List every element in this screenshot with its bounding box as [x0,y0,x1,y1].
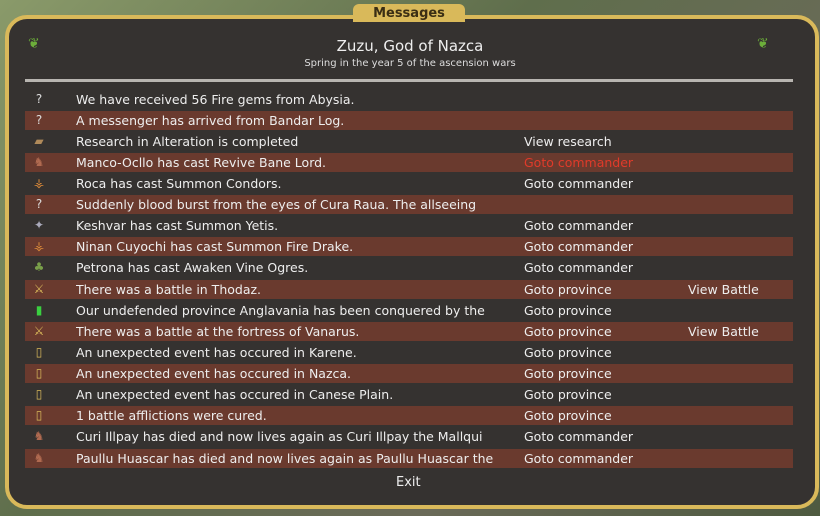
message-text: We have received 56 Fire gems from Abysi… [76,92,355,107]
divider [25,79,793,82]
message-row[interactable]: ✦ Keshvar has cast Summon Yetis. Goto co… [25,216,793,235]
banner-icon: ▯ [35,366,43,380]
message-row[interactable]: ? We have received 56 Fire gems from Aby… [25,90,793,109]
message-row[interactable]: ♞ Curi Illpay has died and now lives aga… [25,427,793,446]
goto-link[interactable]: Goto province [524,301,612,320]
message-row[interactable]: ▯ An unexpected event has occured in Naz… [25,364,793,383]
drake-icon: ⚶ [33,239,45,253]
banner-icon: ▯ [35,408,43,422]
battle-icon: ⚔ [33,324,45,338]
goto-link[interactable]: View research [524,132,612,151]
dialog-title: Zuzu, God of Nazca [336,37,484,55]
message-row[interactable]: ▮ Our undefended province Anglavania has… [25,301,793,320]
message-row[interactable]: ▰ Research in Alteration is completed Vi… [25,132,793,151]
message-row[interactable]: ? A messenger has arrived from Bandar Lo… [25,111,793,130]
question-icon: ? [35,197,43,211]
message-row[interactable]: ▯ An unexpected event has occured in Can… [25,385,793,404]
view-battle-link[interactable]: View Battle [688,280,759,299]
message-row[interactable]: ▯ 1 battle afflictions were cured. Goto … [25,406,793,425]
message-text: Curi Illpay has died and now lives again… [76,429,483,444]
message-row[interactable]: ♣ Petrona has cast Awaken Vine Ogres. Go… [25,258,793,277]
goto-link[interactable]: Goto commander [524,216,633,235]
view-battle-link[interactable]: View Battle [688,322,759,341]
goto-link[interactable]: Goto province [524,322,612,341]
goto-link[interactable]: Goto province [524,364,612,383]
goto-link[interactable]: Goto province [524,385,612,404]
green-banner-icon: ▮ [35,303,43,317]
goto-link[interactable]: Goto commander [524,237,633,256]
message-row[interactable]: ♞ Paullu Huascar has died and now lives … [25,449,793,468]
message-text: Petrona has cast Awaken Vine Ogres. [76,260,309,275]
message-row[interactable]: ⚶ Roca has cast Summon Condors. Goto com… [25,174,793,193]
goto-link[interactable]: Goto commander [524,258,633,277]
exit-button[interactable]: Exit [396,475,421,490]
commander-icon: ♞ [33,429,45,443]
goto-link[interactable]: Goto commander [524,153,633,172]
message-text: An unexpected event has occured in Karen… [76,345,357,360]
question-icon: ? [35,92,43,106]
message-row[interactable]: ⚔ There was a battle at the fortress of … [25,322,793,341]
message-text: 1 battle afflictions were cured. [76,408,267,423]
goto-link[interactable]: Goto province [524,280,612,299]
goto-link[interactable]: Goto province [524,343,612,362]
message-text: There was a battle in Thodaz. [76,282,262,297]
message-text: A messenger has arrived from Bandar Log. [76,113,345,128]
dialog-subtitle: Spring in the year 5 of the ascension wa… [304,58,516,69]
message-text: There was a battle at the fortress of Va… [76,324,360,339]
message-row[interactable]: ♞ Manco-Ocllo has cast Revive Bane Lord.… [25,153,793,172]
message-text: Keshvar has cast Summon Yetis. [76,218,279,233]
message-text: Research in Alteration is completed [76,134,299,149]
condor-icon: ⚶ [33,176,45,190]
banner-icon: ▯ [35,345,43,359]
message-text: Manco-Ocllo has cast Revive Bane Lord. [76,155,327,170]
question-icon: ? [35,113,43,127]
yeti-icon: ✦ [33,218,45,232]
message-text: Roca has cast Summon Condors. [76,176,282,191]
commander-icon: ♞ [33,155,45,169]
goto-link[interactable]: Goto commander [524,449,633,468]
goto-link[interactable]: Goto province [524,406,612,425]
research-book-icon: ▰ [34,134,44,148]
message-row[interactable]: ⚶ Ninan Cuyochi has cast Summon Fire Dra… [25,237,793,256]
goto-link[interactable]: Goto commander [524,427,633,446]
commander-icon: ♞ [33,451,45,465]
messages-tab: Messages [353,4,465,22]
message-text: An unexpected event has occured in Canes… [76,387,394,402]
message-text: Suddenly blood burst from the eyes of Cu… [76,197,477,212]
message-text: Our undefended province Anglavania has b… [76,303,485,318]
message-text: An unexpected event has occured in Nazca… [76,366,352,381]
message-row[interactable]: ▯ An unexpected event has occured in Kar… [25,343,793,362]
battle-icon: ⚔ [33,282,45,296]
goto-link[interactable]: Goto commander [524,174,633,193]
message-text: Paullu Huascar has died and now lives ag… [76,451,494,466]
vine-icon: ♣ [33,260,45,274]
message-row[interactable]: ? Suddenly blood burst from the eyes of … [25,195,793,214]
banner-icon: ▯ [35,387,43,401]
message-row[interactable]: ⚔ There was a battle in Thodaz. Goto pro… [25,280,793,299]
message-text: Ninan Cuyochi has cast Summon Fire Drake… [76,239,354,254]
